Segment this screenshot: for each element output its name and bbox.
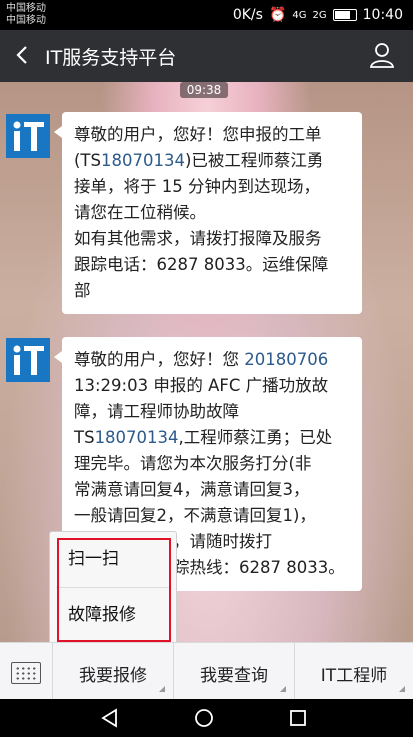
message-line: 常满意请回复4，满意请回复3， [74, 477, 350, 503]
carrier-1: 中国移动 [6, 3, 46, 14]
message-line: 尊敬的用户，您好！您 20180706 [74, 347, 350, 373]
message-line: 尊敬的用户，您好！您申报的工单 [74, 122, 350, 148]
message-text: 理完毕。请您为本次服务打分(非 [74, 454, 312, 473]
carrier-2: 中国移动 [6, 15, 46, 26]
submenu-indicator-icon [399, 686, 405, 692]
signal-2: 2G [312, 9, 327, 21]
keyboard-toggle-button[interactable] [0, 643, 53, 700]
menu-tab-query[interactable]: 我要查询 [174, 643, 295, 700]
clock: 10:40 [362, 7, 403, 23]
it-logo-icon [6, 114, 50, 158]
user-icon[interactable] [367, 40, 397, 70]
sender-avatar[interactable] [6, 338, 50, 382]
message-line: 跟踪电话：6287 8033。运维保障 [74, 252, 350, 278]
submenu-popup: 扫一扫 故障报修 [49, 531, 177, 645]
message-line: (TS18070134)已被工程师蔡江勇 [74, 148, 350, 174]
message-text: 跟踪电话：6287 8033。运维保障 [74, 255, 329, 274]
message-text: )已被工程师蔡江勇 [184, 151, 324, 170]
menu-tab-label: 我要报修 [79, 666, 147, 686]
header-bar: IT服务支持平台 [0, 30, 413, 82]
message-text: ,工程师蔡江勇；已处 [178, 428, 333, 447]
message-text: 13:29:03 申报的 AFC 广播功放故 [74, 376, 329, 395]
message-timestamp: 09:38 [180, 82, 228, 98]
menu-tab-report[interactable]: 我要报修 [53, 643, 174, 700]
signal-1: 4G [292, 9, 307, 21]
battery-icon [332, 9, 357, 21]
network-speed: 0K/s [232, 7, 263, 23]
alarm-icon: ⏰ [268, 7, 287, 23]
message-link[interactable]: 18070134 [95, 428, 179, 447]
status-bar: 中国移动 中国移动 0K/s ⏰ 4G 2G 10:40 [0, 0, 413, 30]
it-logo-icon [6, 338, 50, 382]
message-text: 一般请回复2，不满意请回复1)， [74, 506, 316, 525]
menu-tab-label: IT工程师 [320, 666, 388, 686]
message-line: 理完毕。请您为本次服务打分(非 [74, 451, 350, 477]
chat-message[interactable]: 尊敬的用户，您好！您申报的工单 (TS18070134)已被工程师蔡江勇接单，将于… [54, 112, 362, 314]
system-navigation-bar [0, 699, 413, 737]
message-text: 接单，将于 15 分钟内到达现场， [74, 177, 320, 196]
message-line: 接单，将于 15 分钟内到达现场， [74, 174, 350, 200]
highlight-box [57, 538, 171, 642]
carrier-labels: 中国移动 中国移动 [6, 3, 46, 27]
submenu-indicator-icon [280, 686, 286, 692]
message-text: 请您在工位稍候。 [74, 203, 206, 222]
submenu-indicator-icon [159, 686, 165, 692]
message-text: (TS [74, 151, 101, 170]
menu-tab-label: 我要查询 [200, 666, 268, 686]
message-link[interactable]: 18070134 [101, 151, 185, 170]
message-link[interactable]: 20180706 [244, 350, 328, 369]
message-line: 障，请工程师协助故障 [74, 399, 350, 425]
message-text: 尊敬的用户，您好！您申报的工单 [74, 125, 322, 144]
status-icons: 0K/s ⏰ 4G 2G 10:40 [233, 6, 403, 24]
message-text: TS [74, 428, 95, 447]
message-line: 请您在工位稍候。 [74, 200, 350, 226]
message-text: 障，请工程师协助故障 [74, 402, 239, 421]
message-line: 部 [74, 278, 350, 304]
page-title: IT服务支持平台 [45, 47, 177, 69]
menu-tab-engineer[interactable]: IT工程师 [295, 643, 413, 700]
back-arrow-icon[interactable] [8, 40, 38, 70]
back-triangle-icon[interactable] [100, 708, 120, 728]
message-text: 尊敬的用户，您好！您 [74, 350, 245, 369]
keyboard-icon [11, 662, 41, 684]
message-text: 常满意请回复4，满意请回复3， [74, 480, 310, 499]
message-text: 部 [74, 281, 91, 300]
message-text: 如有其他需求，请拨打报障及服务 [74, 229, 322, 248]
bottom-menu: 我要报修 我要查询 IT工程师 [0, 642, 413, 700]
recents-square-icon[interactable] [288, 708, 308, 728]
message-line: 如有其他需求，请拨打报障及服务 [74, 226, 350, 252]
sender-avatar[interactable] [6, 114, 50, 158]
message-line: 一般请回复2，不满意请回复1)， [74, 503, 350, 529]
message-line: TS18070134,工程师蔡江勇；已处 [74, 425, 350, 451]
message-line: 13:29:03 申报的 AFC 广播功放故 [74, 373, 350, 399]
home-circle-icon[interactable] [194, 708, 214, 728]
